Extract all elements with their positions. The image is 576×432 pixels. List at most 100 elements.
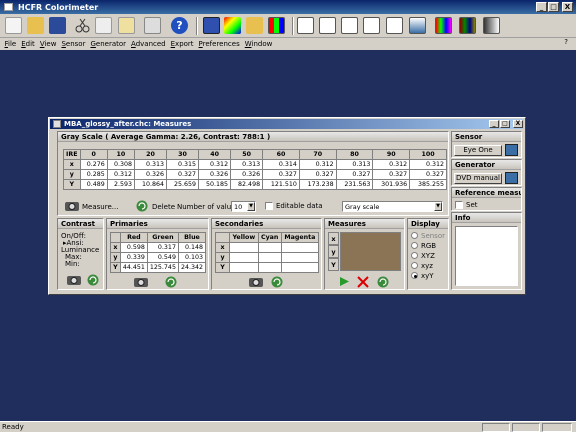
menu-advanced[interactable]: Advanced	[129, 40, 169, 48]
table-cell[interactable]: 0.313	[134, 159, 168, 170]
rgb-histogram-icon[interactable]	[363, 17, 380, 34]
contrast-measure-icon[interactable]	[66, 273, 82, 286]
copy-icon[interactable]	[95, 17, 112, 34]
table-cell[interactable]: 301.936	[372, 179, 411, 190]
color-temp-graph-icon[interactable]	[341, 17, 358, 34]
generator-button[interactable]: DVD manual	[454, 173, 502, 184]
generator-config-icon[interactable]	[505, 172, 518, 184]
table-cell[interactable]: 0.312	[409, 159, 447, 170]
display-radio-xyy[interactable]	[411, 272, 418, 279]
menu-export[interactable]: Export	[168, 40, 196, 48]
table-cell[interactable]: 0.327	[166, 169, 200, 180]
paste-icon[interactable]	[118, 17, 135, 34]
table-cell[interactable]: 385.255	[409, 179, 447, 190]
sensor-config-icon[interactable]	[505, 144, 518, 156]
table-cell[interactable]	[257, 242, 282, 253]
table-cell[interactable]: 125.745	[146, 262, 179, 273]
measure-icon[interactable]	[64, 199, 80, 212]
table-cell[interactable]: 0.312	[298, 159, 337, 170]
table-cell[interactable]: 0.308	[106, 159, 136, 170]
table-cell[interactable]: 10.864	[134, 179, 168, 190]
table-cell[interactable]: 0.276	[79, 159, 108, 170]
table-cell[interactable]: 0.339	[119, 252, 148, 263]
table-cell[interactable]	[229, 242, 259, 253]
menu-sensor[interactable]: Sensor	[59, 40, 88, 48]
table-cell[interactable]: 82.498	[230, 179, 264, 190]
table-cell[interactable]: 0.285	[79, 169, 108, 180]
open-folder-icon[interactable]	[27, 17, 44, 34]
table-cell[interactable]: 0.489	[79, 179, 108, 190]
menu-generator[interactable]: Generator	[88, 40, 129, 48]
measure-button[interactable]: Measure...	[82, 203, 118, 211]
gamma-graph-icon[interactable]	[319, 17, 336, 34]
saturation-graph-icon[interactable]	[409, 17, 426, 34]
primaries-delete-icon[interactable]	[163, 275, 179, 288]
measures-window-title-bar[interactable]: MBA_glossy_after.chc: Measures _ □ X	[50, 119, 524, 129]
play-icon[interactable]	[336, 275, 352, 288]
table-cell[interactable]: 0.312	[106, 169, 136, 180]
menu-preferences[interactable]: Preferences	[196, 40, 242, 48]
table-cell[interactable]	[280, 242, 320, 253]
table-cell[interactable]: 0.327	[409, 169, 447, 180]
child-minimize-button[interactable]: _	[489, 120, 499, 128]
measure-mode-select[interactable]: Gray scale ▼	[342, 201, 443, 212]
table-cell[interactable]: 50.185	[198, 179, 232, 190]
load-reference-icon[interactable]	[246, 17, 263, 34]
menu-file[interactable]: File	[2, 40, 19, 48]
new-document-icon[interactable]	[5, 17, 22, 34]
cut-icon[interactable]	[74, 17, 91, 34]
sensor-button[interactable]: Eye One	[454, 145, 502, 156]
table-cell[interactable]: 0.549	[146, 252, 179, 263]
table-cell[interactable]: 0.148	[177, 242, 207, 253]
maximize-button[interactable]: □	[548, 2, 559, 12]
table-cell[interactable]	[257, 252, 282, 263]
table-cell[interactable]: 0.327	[372, 169, 411, 180]
contrast-delete-icon[interactable]	[85, 273, 101, 286]
table-cell[interactable]: 44.451	[119, 262, 148, 273]
table-cell[interactable]: 0.326	[198, 169, 232, 180]
close-button[interactable]: X	[562, 2, 573, 12]
table-cell[interactable]: 0.313	[230, 159, 264, 170]
table-cell[interactable]	[280, 252, 320, 263]
table-cell[interactable]: 0.327	[262, 169, 300, 180]
table-cell[interactable]: 0.103	[177, 252, 207, 263]
table-cell[interactable]: 121.510	[262, 179, 300, 190]
display-radio-rgb[interactable]	[411, 242, 418, 249]
table-cell[interactable]: 0.313	[335, 159, 374, 170]
primaries-measure-icon[interactable]	[133, 275, 149, 288]
stop-icon[interactable]	[355, 275, 371, 288]
menu-help[interactable]: ?	[564, 38, 568, 46]
table-cell[interactable]	[257, 262, 282, 273]
info-textbox[interactable]	[455, 226, 518, 286]
table-cell[interactable]: 0.315	[166, 159, 200, 170]
table-cell[interactable]: 0.312	[198, 159, 232, 170]
minimize-button[interactable]: _	[536, 2, 547, 12]
editable-data-checkbox[interactable]	[265, 202, 273, 210]
table-cell[interactable]: 0.327	[335, 169, 374, 180]
table-cell[interactable]: 173.238	[298, 179, 337, 190]
table-cell[interactable]: 0.314	[262, 159, 300, 170]
table-cell[interactable]: 0.317	[146, 242, 179, 253]
table-cell[interactable]	[229, 252, 259, 263]
table-cell[interactable]: 0.326	[230, 169, 264, 180]
color-sat-icon[interactable]	[435, 17, 452, 34]
reference-set-checkbox[interactable]	[455, 201, 463, 209]
delete-button[interactable]: Delete	[152, 203, 175, 211]
table-cell[interactable]: 24.342	[177, 262, 207, 273]
table-cell[interactable]: 0.598	[119, 242, 148, 253]
delete-icon[interactable]	[134, 199, 150, 212]
child-close-button[interactable]: X	[513, 120, 523, 128]
table-cell[interactable]: 0.327	[298, 169, 337, 180]
help-icon[interactable]: ?	[171, 17, 188, 34]
table-cell[interactable]: 231.563	[335, 179, 374, 190]
gray-scale-icon[interactable]	[483, 17, 500, 34]
save-disk-icon[interactable]	[49, 17, 66, 34]
display-radio-sensor[interactable]	[411, 232, 418, 239]
secondaries-measure-icon[interactable]	[248, 275, 264, 288]
secondaries-delete-icon[interactable]	[269, 275, 285, 288]
number-of-values-select[interactable]: 10 ▼	[231, 201, 256, 212]
child-maximize-button[interactable]: □	[500, 120, 510, 128]
color-checker-icon[interactable]	[459, 17, 476, 34]
measures-view-icon[interactable]	[203, 17, 220, 34]
print-icon[interactable]	[144, 17, 161, 34]
